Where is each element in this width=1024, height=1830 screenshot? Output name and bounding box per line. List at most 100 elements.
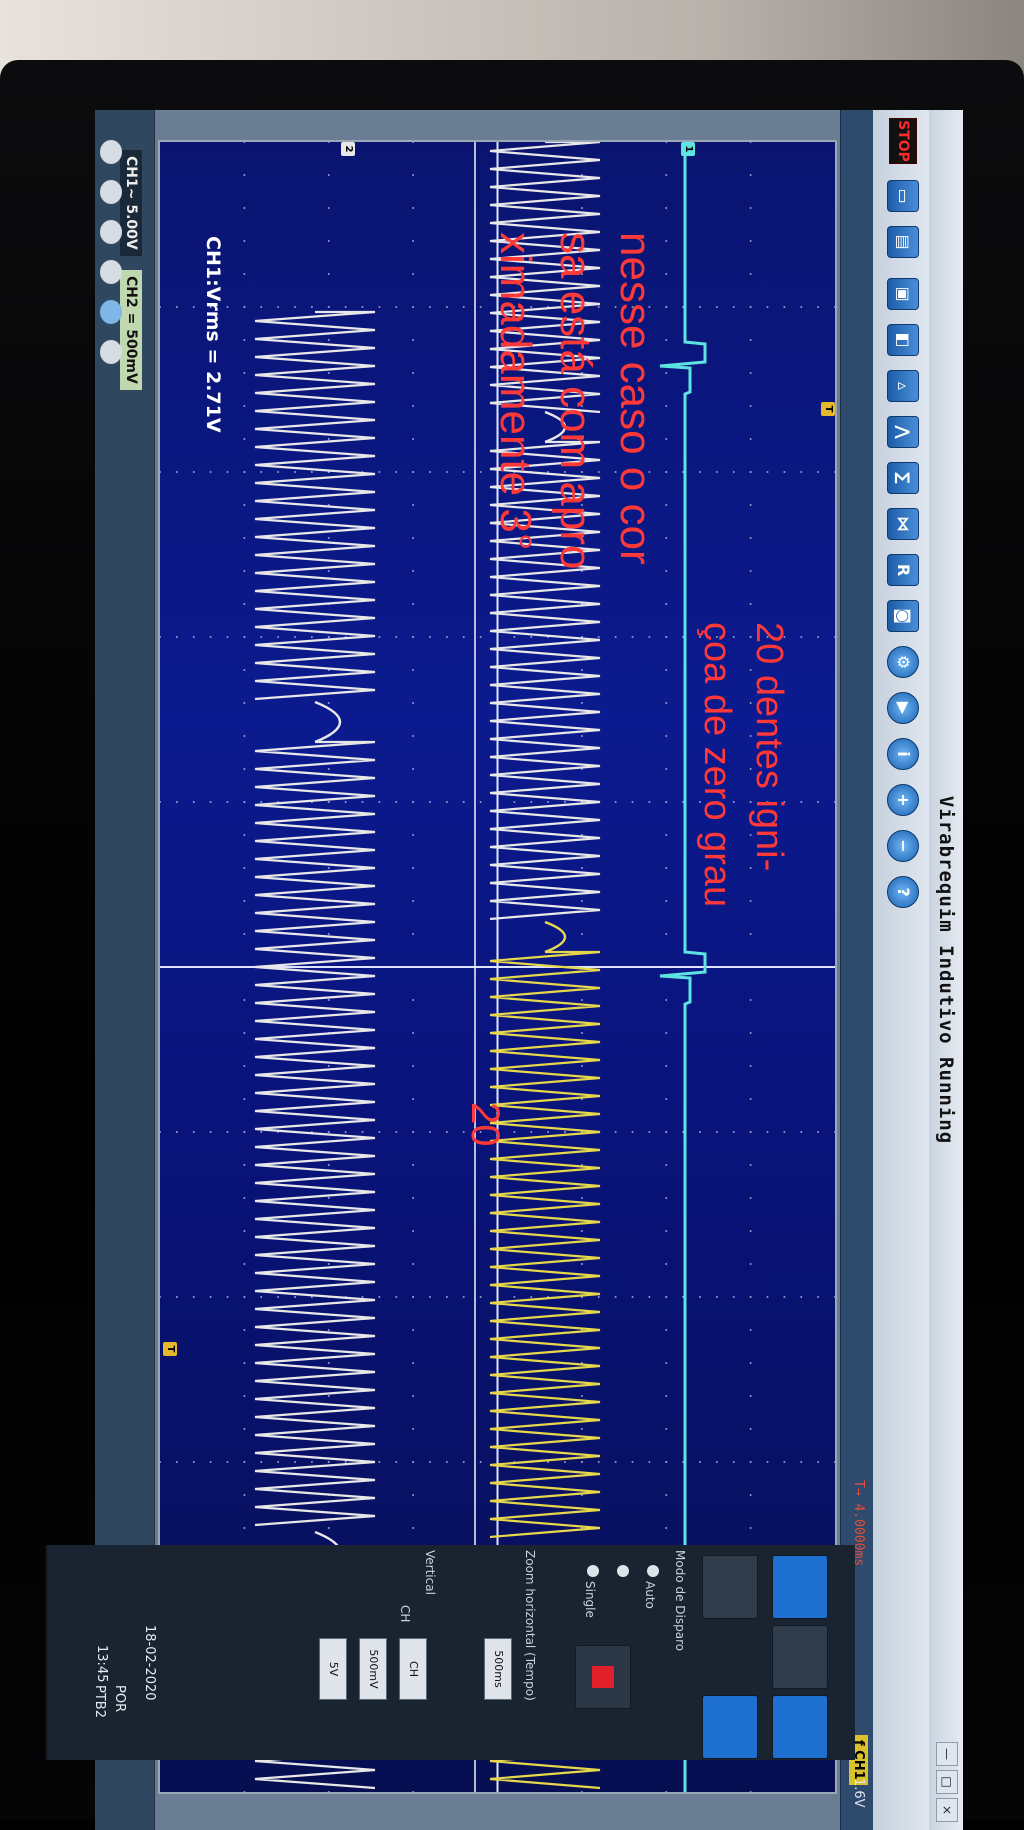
grid-dot — [294, 1296, 296, 1298]
new-icon[interactable]: ▭ — [887, 180, 919, 212]
annotation-main-line1: nesse caso o cor — [611, 232, 660, 565]
grid-dot — [834, 1461, 835, 1463]
record-icon[interactable]: ◙ — [887, 600, 919, 632]
ch-volts-select[interactable]: CH — [399, 1638, 427, 1700]
maximize-button[interactable]: □ — [936, 1770, 958, 1794]
grid-dot — [665, 405, 668, 407]
help-icon[interactable]: ? — [887, 876, 919, 908]
tray-language[interactable]: POR — [112, 1685, 127, 1712]
grid-dot — [412, 1263, 415, 1265]
taskbar-icon-4[interactable] — [100, 260, 122, 284]
stop-button[interactable]: STOP — [889, 118, 917, 164]
play-icon[interactable]: ▶ — [887, 692, 919, 724]
ch2-scale-label[interactable]: CH2 = 500mV — [120, 270, 142, 390]
grid-dot — [817, 1131, 820, 1133]
grid-dot — [395, 636, 398, 638]
fft-icon[interactable]: ⋈ — [887, 508, 919, 540]
grid-dot — [412, 834, 415, 836]
grid-dot — [530, 801, 533, 803]
grid-dot — [412, 801, 415, 803]
grid-dot — [479, 636, 482, 638]
grid-dot — [327, 1263, 330, 1265]
grid-dot — [749, 999, 752, 1001]
taskbar-date[interactable]: 18-02-2020 — [142, 1625, 157, 1701]
panel-config-button[interactable] — [772, 1695, 828, 1759]
grid-dot — [614, 636, 617, 638]
grid-dot — [378, 801, 381, 803]
grid-dot — [277, 1461, 280, 1463]
grid-dot — [665, 1494, 668, 1496]
taskbar-icon-1[interactable] — [100, 140, 122, 164]
grid-dot — [175, 1296, 178, 1298]
taskbar-icon-5[interactable] — [100, 300, 122, 324]
grid-dot — [412, 174, 415, 176]
grid-dot — [395, 1296, 398, 1298]
panel-dots-button[interactable] — [702, 1555, 758, 1619]
grid-dot — [412, 1032, 415, 1034]
open-icon[interactable]: ▤ — [887, 226, 919, 258]
grid-dot — [209, 1461, 212, 1463]
save-icon[interactable]: ▣ — [887, 278, 919, 310]
grid-dot — [665, 867, 668, 869]
grid-dot — [260, 306, 263, 308]
grid-dot — [817, 306, 820, 308]
cursor-icon[interactable]: ▵ — [887, 370, 919, 402]
taskbar-icon-6[interactable] — [100, 340, 122, 364]
ch1-ground-marker[interactable]: 1 — [681, 142, 695, 156]
radio-single[interactable] — [587, 1565, 599, 1577]
grid-dot — [715, 1131, 718, 1133]
grid-dot — [361, 1296, 364, 1298]
label-auto: Auto — [643, 1581, 657, 1609]
grid-dot — [412, 438, 415, 440]
ref-icon[interactable]: R — [887, 554, 919, 586]
grid-dot — [834, 801, 835, 803]
ch2-ground-marker[interactable]: 2 — [341, 142, 355, 156]
grid-dot — [243, 1362, 246, 1364]
grid-dot — [715, 1461, 718, 1463]
label-trigger-mode: Modo de Disparo — [673, 1550, 687, 1652]
grid-dot — [580, 1065, 583, 1067]
panel-run-button[interactable] — [772, 1555, 828, 1619]
grid-dot — [749, 570, 752, 572]
info-icon[interactable]: i — [887, 738, 919, 770]
trigger-marker-top[interactable]: T — [821, 402, 835, 416]
print-icon[interactable]: ◧ — [887, 324, 919, 356]
taskbar-icon-3[interactable] — [100, 220, 122, 244]
grid-dot — [547, 1131, 550, 1133]
grid-dot — [243, 570, 246, 572]
grid-dot — [243, 636, 246, 638]
grid-dot — [243, 1164, 246, 1166]
grid-dot — [327, 801, 330, 803]
radio-normal[interactable] — [617, 1565, 629, 1577]
zoom-out-icon[interactable]: − — [887, 830, 919, 862]
grid-dot — [378, 471, 381, 473]
measure-icon[interactable]: ⋀ — [887, 416, 919, 448]
panel-save-button[interactable] — [702, 1695, 758, 1759]
panel-auto-button[interactable] — [772, 1625, 828, 1689]
grid-dot — [412, 768, 415, 770]
ch2-volts-select[interactable]: 500mV — [359, 1638, 387, 1700]
taskbar-clock[interactable]: 13:45 — [94, 1645, 109, 1682]
minimize-button[interactable]: — — [936, 1742, 958, 1766]
annotation-teeth: 20 dentes igni- çoa de zero grau — [691, 622, 795, 907]
taskbar-icon-2[interactable] — [100, 180, 122, 204]
grid-dot — [243, 174, 246, 176]
grid-dot — [243, 207, 246, 209]
grid-dot — [243, 999, 246, 1001]
ch1-volts-select[interactable]: 5V — [319, 1638, 347, 1700]
grid-dot — [749, 1098, 752, 1100]
math-icon[interactable]: ∑ — [887, 462, 919, 494]
grid-dot — [310, 306, 313, 308]
ch1-scale-label[interactable]: CH1~ 5.00V — [120, 150, 142, 256]
grid-dot — [800, 1131, 803, 1133]
trigger-marker-bottom[interactable]: T — [163, 1342, 177, 1356]
settings-icon[interactable]: ⚙ — [887, 646, 919, 678]
timebase-select[interactable]: 500ms — [484, 1638, 512, 1700]
zoom-in-icon[interactable]: + — [887, 784, 919, 816]
toolbar: STOP ▭ ▤ ▣ ◧ ▵ ⋀ ∑ ⋈ R ◙ ⚙ ▶ i + −? — [872, 110, 929, 1830]
radio-auto[interactable] — [647, 1565, 659, 1577]
panel-stop-button[interactable] — [575, 1645, 631, 1709]
grid-dot — [580, 1197, 583, 1199]
close-button[interactable]: × — [936, 1798, 958, 1822]
grid-dot — [327, 1362, 330, 1364]
